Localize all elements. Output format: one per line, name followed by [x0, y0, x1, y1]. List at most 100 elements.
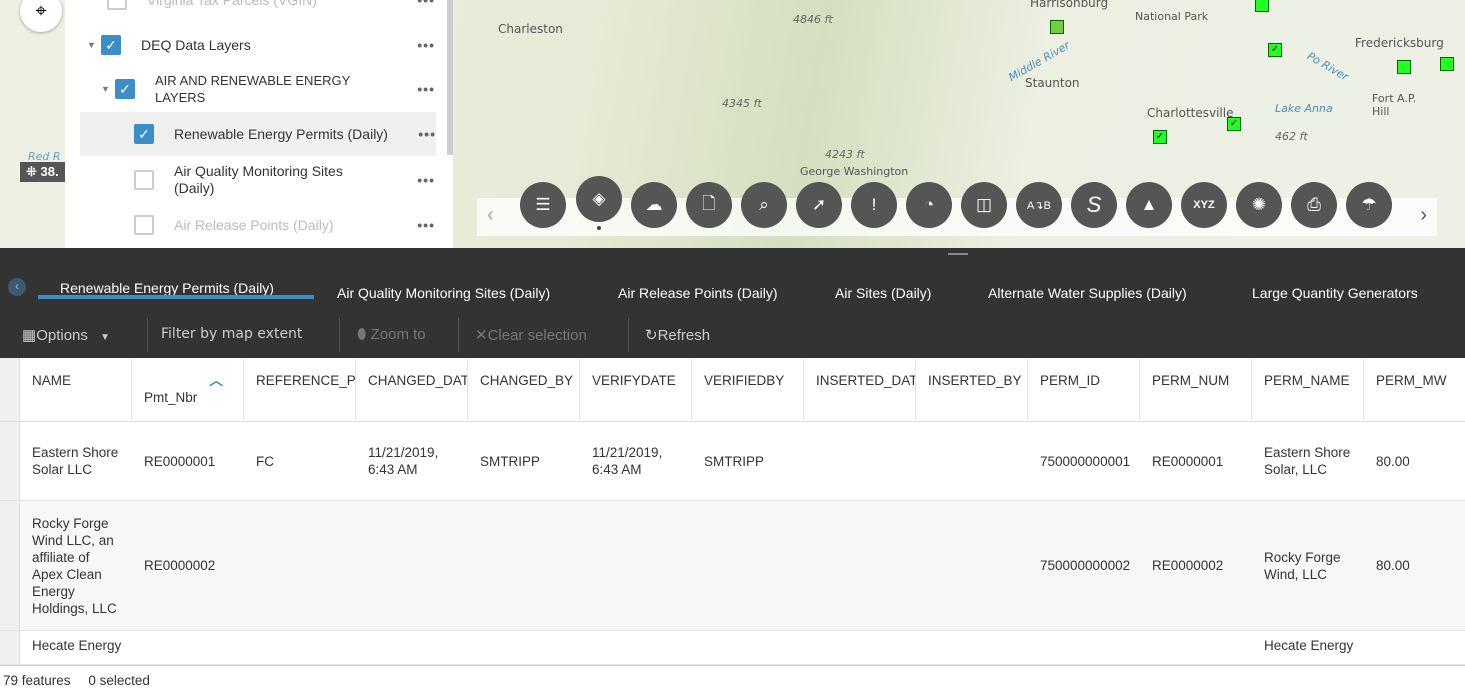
checkbox[interactable]: [134, 215, 154, 235]
column-header[interactable]: INSERTED_DAT: [804, 358, 916, 422]
table-cell: [1028, 631, 1140, 664]
table-row[interactable]: Hecate Energy Hecate Energy: [0, 631, 1465, 665]
row-selector[interactable]: [0, 631, 20, 664]
layer-item[interactable]: Virginia Tax Parcels (VGIN) •••: [107, 0, 443, 12]
table-cell: [692, 501, 804, 630]
elevation-profile-button[interactable]: ▲: [1126, 182, 1172, 228]
collapse-panel-button[interactable]: ‹: [8, 278, 26, 296]
column-header[interactable]: NAME: [20, 358, 132, 422]
tab-renewable-energy-permits[interactable]: Renewable Energy Permits (Daily): [60, 280, 274, 296]
row-selector-header: [0, 358, 20, 421]
coordinate-value: 38.: [40, 164, 59, 179]
filter-by-map-extent-button[interactable]: Filter by map extent: [161, 326, 302, 342]
refresh-button[interactable]: ↻Refresh: [645, 326, 710, 344]
layer-item[interactable]: Air Quality Monitoring Sites (Daily) •••: [134, 162, 443, 198]
column-header[interactable]: CHANGED_DAT: [356, 358, 468, 422]
more-icon[interactable]: •••: [417, 81, 435, 97]
caret-down-icon: ▼: [100, 332, 110, 343]
collapse-icon[interactable]: ▼: [87, 40, 101, 50]
clear-selection-button[interactable]: ✕Clear selection: [475, 326, 587, 344]
query-button[interactable]: ⌕: [741, 182, 787, 228]
table-row[interactable]: Rocky Forge Wind LLC, an affiliate of Ap…: [0, 501, 1465, 631]
site-marker[interactable]: [1440, 57, 1454, 71]
resize-handle[interactable]: [948, 253, 968, 255]
column-header[interactable]: ︿ Pmt_Nbr: [132, 358, 244, 422]
swipe-button[interactable]: ◫: [961, 182, 1007, 228]
map-view[interactable]: Charleston 4846 ft Harrisonburg National…: [0, 0, 1465, 248]
column-header[interactable]: PERM_NAME: [1252, 358, 1364, 422]
chevron-left-icon[interactable]: ‹: [487, 204, 494, 227]
site-marker[interactable]: ✓: [1227, 117, 1241, 131]
collapse-icon[interactable]: ▼: [101, 84, 115, 94]
checkbox[interactable]: ✓: [134, 124, 154, 144]
tab-air-quality-monitoring-sites[interactable]: Air Quality Monitoring Sites (Daily): [337, 285, 550, 301]
site-marker[interactable]: [1397, 60, 1411, 74]
directions-button[interactable]: A↴B: [1016, 182, 1062, 228]
column-header[interactable]: INSERTED_BY: [916, 358, 1028, 422]
cell-value: Rocky Forge Wind LLC, an affiliate of Ap…: [32, 515, 117, 616]
column-header[interactable]: VERIFYDATE: [580, 358, 692, 422]
site-marker[interactable]: ✓: [1268, 43, 1282, 57]
crosshair-icon: ⁜: [26, 164, 41, 179]
chevron-right-icon[interactable]: ›: [1420, 204, 1427, 227]
layer-label: Air Quality Monitoring Sites (Daily): [174, 163, 343, 196]
column-label: VERIFYDATE: [592, 373, 676, 388]
incident-button[interactable]: !: [851, 182, 897, 228]
table-cell: RE0000002: [132, 501, 244, 630]
table-row[interactable]: Eastern Shore Solar LLC RE0000001 FC 11/21/…: [0, 422, 1465, 501]
layer-item[interactable]: Air Release Points (Daily) •••: [134, 213, 443, 237]
cell-value: 750000000001: [1040, 453, 1131, 469]
scrollbar[interactable]: [447, 0, 453, 155]
locate-button[interactable]: ⌖: [20, 0, 62, 32]
checkbox[interactable]: ✓: [115, 79, 135, 99]
weather-button[interactable]: ☂: [1346, 182, 1392, 228]
more-icon[interactable]: •••: [417, 0, 435, 8]
options-button[interactable]: ▦Options ▼: [22, 326, 110, 344]
coordinate-conversion-button[interactable]: XYZ: [1181, 182, 1227, 228]
map-label: 4846 ft: [793, 13, 833, 26]
table-cell: Eastern Shore Solar, LLC: [1252, 422, 1364, 500]
more-icon[interactable]: •••: [417, 37, 435, 53]
tab-large-quantity-generators[interactable]: Large Quantity Generators: [1252, 285, 1418, 301]
layer-item[interactable]: ▼ ✓ AIR AND RENEWABLE ENERGY LAYERS •••: [101, 72, 443, 106]
screening-button[interactable]: ◔: [906, 182, 952, 228]
checkbox[interactable]: [134, 170, 154, 190]
column-header[interactable]: VERIFIEDBY: [692, 358, 804, 422]
tab-alternate-water-supplies[interactable]: Alternate Water Supplies (Daily): [988, 285, 1187, 301]
draw-button[interactable]: S: [1071, 182, 1117, 228]
column-header[interactable]: CHANGED_BY: [468, 358, 580, 422]
row-selector[interactable]: [0, 501, 20, 630]
print-button[interactable]: ⎙: [1291, 182, 1337, 228]
legend-button[interactable]: ☰: [520, 182, 566, 228]
sort-ascending-icon[interactable]: ︿: [144, 372, 243, 389]
select-button[interactable]: ➚: [796, 182, 842, 228]
tab-air-release-points[interactable]: Air Release Points (Daily): [618, 285, 778, 301]
more-icon[interactable]: •••: [417, 172, 435, 188]
column-header[interactable]: PERM_MW: [1364, 358, 1465, 422]
more-icon[interactable]: •••: [417, 217, 435, 233]
checkbox[interactable]: ✓: [101, 35, 121, 55]
table-cell: [692, 631, 804, 664]
add-file-button[interactable]: 🗋: [686, 182, 732, 228]
layer-item[interactable]: ▼ ✓ DEQ Data Layers •••: [87, 33, 443, 57]
more-icon[interactable]: •••: [418, 126, 436, 142]
add-data-button[interactable]: ☁: [631, 182, 677, 228]
layer-item-selected[interactable]: ✓ Renewable Energy Permits (Daily) •••: [80, 112, 436, 156]
site-marker[interactable]: [1255, 0, 1269, 12]
layer-list-button[interactable]: ◈: [576, 176, 622, 222]
cell-value: 80.00: [1376, 453, 1410, 469]
site-marker[interactable]: [1050, 20, 1064, 34]
coordinate-readout[interactable]: ⁜ 38.: [20, 162, 65, 182]
site-marker[interactable]: ✓: [1153, 130, 1167, 144]
checkbox[interactable]: [107, 0, 127, 10]
analysis-button[interactable]: ✺: [1236, 182, 1282, 228]
column-label: PERM_NAME: [1264, 373, 1350, 388]
row-selector[interactable]: [0, 422, 20, 500]
table-cell: Hecate Energy: [20, 631, 132, 664]
column-header[interactable]: REFERENCE_PO: [244, 358, 356, 422]
column-header[interactable]: PERM_ID: [1028, 358, 1140, 422]
zoom-to-button[interactable]: ⬮ Zoom to: [357, 326, 426, 343]
tab-air-sites[interactable]: Air Sites (Daily): [835, 285, 931, 301]
cell-value: 80.00: [1376, 558, 1410, 573]
column-header[interactable]: PERM_NUM: [1140, 358, 1252, 422]
